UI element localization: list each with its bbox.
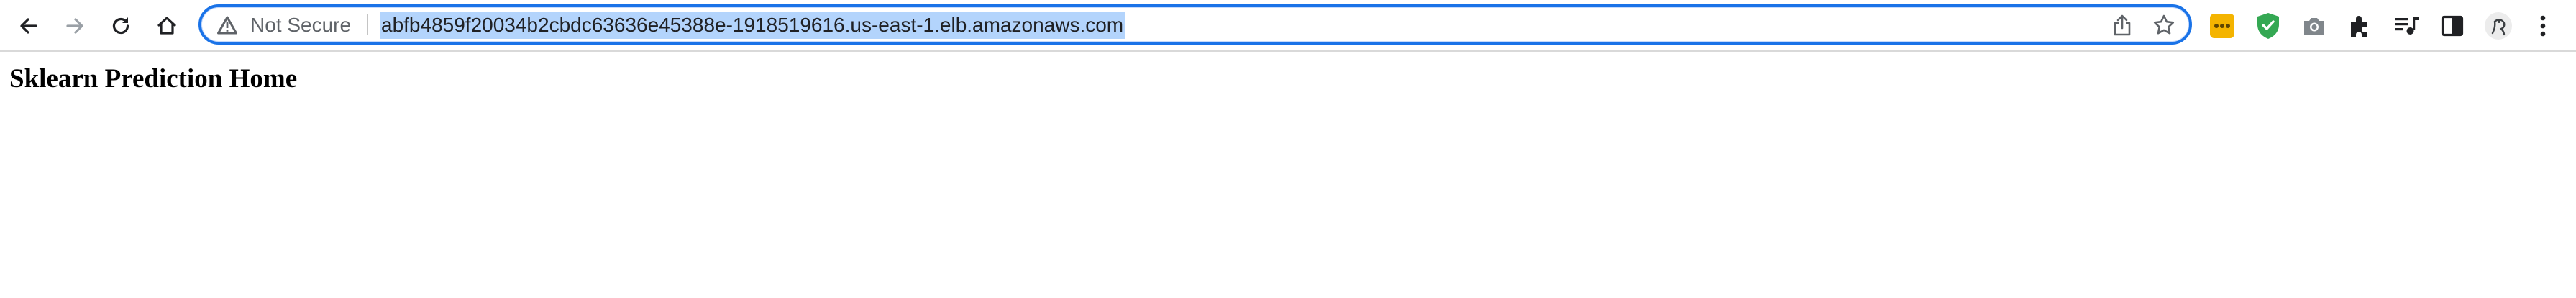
forward-button[interactable] [56, 7, 93, 45]
shield-extension-button[interactable] [2252, 10, 2284, 42]
password-manager-extension-button[interactable] [2206, 10, 2238, 42]
puzzle-extensions-icon [2351, 16, 2367, 37]
kebab-menu-icon [2540, 15, 2546, 37]
home-icon [157, 17, 176, 35]
address-bar[interactable]: Not Secure abfb4859f20034b2cbdc63636e453… [198, 4, 2192, 45]
page-content: Sklearn Prediction Home [0, 52, 2576, 298]
back-icon [20, 18, 37, 34]
reload-icon [112, 17, 129, 35]
page-title: Sklearn Prediction Home [9, 64, 298, 94]
share-icon [2114, 14, 2131, 36]
password-manager-extension-icon [2210, 14, 2234, 38]
bookmark-button[interactable] [2149, 10, 2179, 40]
back-button[interactable] [10, 7, 47, 45]
side-panel-button[interactable] [2436, 10, 2468, 42]
browser-toolbar: Not Secure abfb4859f20034b2cbdc63636e453… [0, 0, 2576, 52]
camera-extension-icon [2304, 18, 2324, 35]
profile-avatar [2485, 12, 2512, 40]
share-button[interactable] [2107, 10, 2137, 40]
reload-button[interactable] [102, 7, 140, 45]
security-status-label[interactable]: Not Secure [250, 12, 351, 38]
url-text[interactable]: abfb4859f20034b2cbdc63636e45388e-1918519… [380, 12, 1125, 39]
media-queue-button[interactable] [2390, 10, 2422, 42]
profile-button[interactable] [2483, 10, 2514, 42]
camera-extension-button[interactable] [2298, 10, 2330, 42]
bookmark-star-icon [2153, 14, 2175, 35]
home-button[interactable] [148, 7, 186, 45]
forward-icon [66, 18, 83, 34]
browser-menu-button[interactable] [2527, 10, 2559, 42]
omnibox-divider [367, 14, 368, 35]
extensions-button[interactable] [2344, 10, 2376, 42]
shield-extension-icon [2257, 13, 2279, 39]
warning-triangle-icon[interactable] [217, 16, 237, 35]
media-queue-icon [2395, 17, 2419, 35]
side-panel-icon [2441, 15, 2464, 37]
